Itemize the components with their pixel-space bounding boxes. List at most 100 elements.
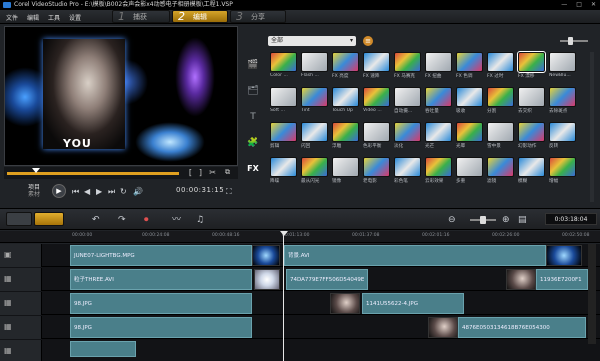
overlay-icon[interactable]: ▦ bbox=[4, 298, 12, 307]
clip-thumbnail[interactable] bbox=[330, 293, 360, 314]
timeline-scrollbar[interactable] bbox=[588, 244, 596, 344]
library-category-dropdown[interactable]: 全部 ▾ bbox=[268, 36, 356, 46]
library-item[interactable]: 降噪 bbox=[270, 157, 297, 185]
library-item[interactable]: FX 马赛克 bbox=[394, 52, 421, 80]
library-item[interactable]: 光芒 bbox=[425, 122, 452, 150]
timeline-view-button[interactable] bbox=[34, 212, 64, 226]
timeline-clip[interactable]: 98.JPG bbox=[70, 317, 252, 338]
library-item[interactable]: 浮雕 bbox=[332, 122, 359, 150]
project-mode-label[interactable]: 项目 bbox=[28, 184, 40, 191]
preview-timecode[interactable]: 00:00:31:15 bbox=[176, 186, 224, 194]
mode-selector[interactable]: 项目 素材 bbox=[28, 184, 40, 198]
repeat-icon[interactable]: ↻ bbox=[120, 187, 127, 196]
clip-thumbnail[interactable] bbox=[546, 245, 582, 266]
library-item[interactable]: 剪辑 bbox=[270, 122, 297, 150]
library-options-button[interactable]: ≡ bbox=[363, 36, 373, 46]
volume-icon[interactable]: 🔊 bbox=[133, 187, 143, 196]
step-edit-tab[interactable]: 2 编辑 bbox=[172, 10, 228, 23]
library-item[interactable]: Video ... bbox=[363, 87, 390, 115]
timeline-playhead[interactable] bbox=[283, 231, 284, 361]
storyboard-view-button[interactable] bbox=[6, 212, 32, 226]
preview-window[interactable]: YOU bbox=[4, 26, 238, 166]
playhead-handle[interactable] bbox=[280, 231, 288, 236]
library-item[interactable]: Tint bbox=[301, 87, 328, 115]
clip-thumbnail[interactable] bbox=[506, 269, 536, 290]
library-item[interactable]: 光晕 bbox=[456, 122, 483, 150]
fullscreen-icon[interactable]: ⧉ bbox=[225, 168, 230, 177]
clip-mode-label[interactable]: 素材 bbox=[28, 191, 40, 198]
film-icon[interactable]: ▣ bbox=[4, 250, 12, 259]
title-tab-icon[interactable]: T bbox=[244, 106, 262, 128]
library-item[interactable]: 模糊 bbox=[518, 157, 545, 185]
media-tab-icon[interactable]: 🎬 bbox=[244, 54, 262, 76]
mark-in-button[interactable]: [ bbox=[189, 168, 192, 177]
close-button[interactable]: ✕ bbox=[591, 0, 596, 10]
library-item[interactable]: 去除斑点 bbox=[549, 87, 576, 115]
zoom-slider-thumb[interactable] bbox=[480, 216, 486, 224]
thumbnail-size-slider[interactable] bbox=[560, 40, 588, 42]
redo-icon[interactable]: ↷ bbox=[118, 213, 126, 227]
clip-thumbnail[interactable] bbox=[428, 317, 458, 338]
step-share-tab[interactable]: 3 分享 bbox=[230, 10, 286, 23]
next-frame-icon[interactable]: ▶ bbox=[96, 187, 102, 196]
library-item[interactable]: 多重 bbox=[456, 157, 483, 185]
timeline-ruler[interactable]: 00:00:00 00:00:24:08 00:00:48:16 00:01:13:0… bbox=[0, 231, 600, 243]
mark-out-button[interactable]: ] bbox=[199, 168, 202, 177]
overlay-icon[interactable]: ▦ bbox=[4, 322, 12, 331]
step-capture-tab[interactable]: 1 捕获 bbox=[112, 10, 170, 23]
split-icon[interactable]: ✂ bbox=[209, 168, 216, 177]
library-item[interactable]: 镜像 bbox=[332, 157, 359, 185]
timeline-clip[interactable] bbox=[70, 341, 136, 357]
menu-edit[interactable]: 编辑 bbox=[27, 13, 39, 22]
library-item[interactable]: FX 扭曲 bbox=[425, 52, 452, 80]
library-item[interactable]: 老电影 bbox=[363, 157, 390, 185]
timeline-clip[interactable]: 1141U55622-4.JPG bbox=[362, 293, 464, 314]
library-item[interactable]: Touch Up bbox=[332, 87, 359, 115]
home-icon[interactable]: ⏮ bbox=[72, 187, 79, 197]
scrubber-thumb[interactable] bbox=[32, 168, 40, 173]
record-capture-icon[interactable]: ⏺ bbox=[144, 213, 149, 227]
library-item[interactable]: 吸收 bbox=[456, 87, 483, 115]
play-button[interactable]: ▶ bbox=[52, 184, 66, 198]
menu-file[interactable]: 文件 bbox=[6, 13, 18, 22]
library-item[interactable]: FX 过时 bbox=[487, 52, 514, 80]
timeline-clip[interactable]: 背景.AVI bbox=[284, 245, 546, 266]
timeline-clip[interactable]: 4876E0503134618B76E054300 bbox=[458, 317, 586, 338]
minimize-button[interactable]: — bbox=[561, 0, 567, 10]
library-item[interactable]: 幻影动作 bbox=[518, 122, 545, 150]
menu-tools[interactable]: 工具 bbox=[48, 13, 60, 22]
timeline-clip[interactable]: 11936E7200F1 bbox=[536, 269, 588, 290]
library-item[interactable]: FX 速降 bbox=[363, 52, 390, 80]
library-item[interactable]: FX 色调 bbox=[456, 52, 483, 80]
timeline-clip[interactable]: 98.JPG bbox=[70, 293, 252, 314]
library-item[interactable]: Soft ... bbox=[270, 87, 297, 115]
library-item[interactable]: 自动摄... bbox=[394, 87, 421, 115]
timeline-clip[interactable]: JUNE07-LIGHTBG.MPG bbox=[70, 245, 252, 266]
enlarge-icon[interactable]: ⛶ bbox=[226, 187, 232, 197]
clip-thumbnail[interactable] bbox=[254, 269, 280, 290]
overlay-icon[interactable]: ▦ bbox=[4, 274, 12, 283]
auto-music-icon[interactable]: ♫ bbox=[196, 213, 204, 227]
preview-scrubber[interactable]: [ ] ✂ ⧉ bbox=[4, 167, 238, 179]
maximize-button[interactable]: □ bbox=[576, 0, 582, 10]
undo-icon[interactable]: ↶ bbox=[92, 213, 100, 227]
sound-mixer-icon[interactable]: 〰 bbox=[172, 213, 181, 227]
library-item[interactable]: 增幅 bbox=[549, 157, 576, 185]
filter-tab-icon[interactable]: FX bbox=[244, 158, 262, 180]
library-item[interactable]: Color ... bbox=[270, 52, 297, 80]
zoom-in-icon[interactable]: ⊕ bbox=[502, 213, 510, 227]
library-item[interactable]: FX 亮度 bbox=[332, 52, 359, 80]
library-item[interactable]: 淡化 bbox=[394, 122, 421, 150]
thumbnail-size-thumb[interactable] bbox=[568, 37, 573, 45]
end-icon[interactable]: ⏭ bbox=[108, 187, 115, 197]
library-item[interactable]: 闪回 bbox=[301, 122, 328, 150]
library-item[interactable]: 雪中景 bbox=[487, 122, 514, 150]
timeline-clip[interactable]: 74DA779E7FF506D54049E bbox=[286, 269, 368, 290]
clip-thumbnail[interactable] bbox=[252, 245, 280, 266]
timeline-clip[interactable]: 粒子THREE.AVI bbox=[70, 269, 252, 290]
library-item[interactable]: 彩色笔 bbox=[394, 157, 421, 185]
library-item[interactable]: 最从闪光 bbox=[301, 157, 328, 185]
graphic-tab-icon[interactable]: 🧩 bbox=[244, 132, 262, 154]
overlay-icon[interactable]: ▦ bbox=[4, 346, 12, 355]
fit-project-icon[interactable]: ▤ bbox=[518, 213, 527, 227]
